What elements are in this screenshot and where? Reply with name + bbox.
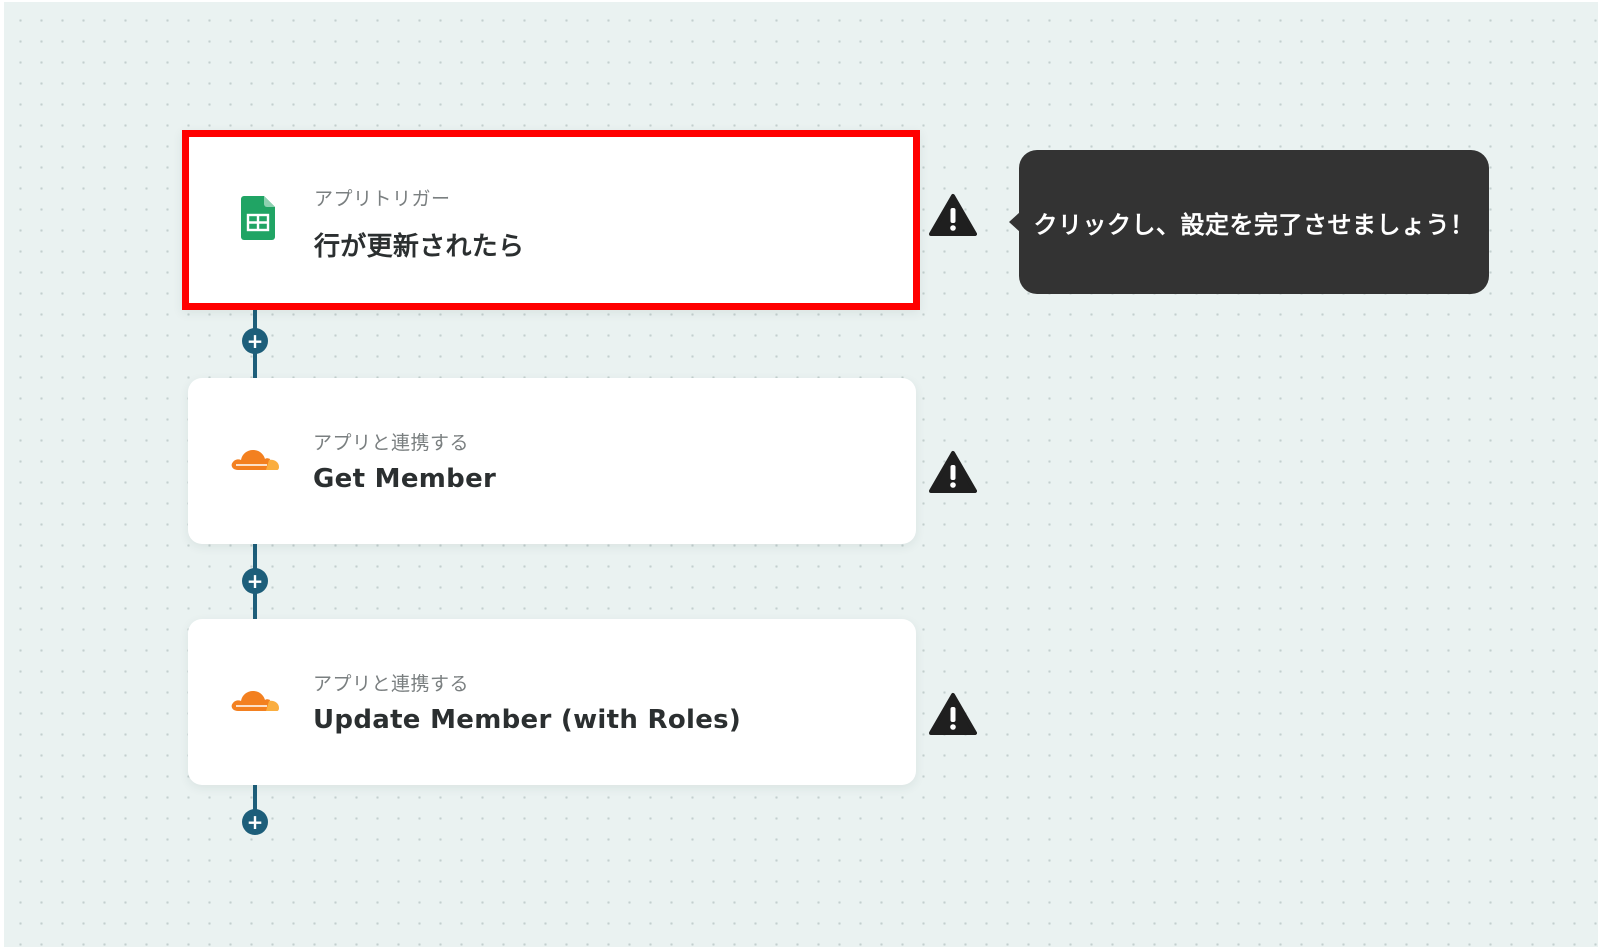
google-sheets-icon xyxy=(241,196,275,244)
step-card-trigger[interactable]: アプリトリガー 行が更新されたら xyxy=(182,130,920,310)
warning-icon[interactable] xyxy=(929,193,977,237)
plus-icon: + xyxy=(246,329,264,353)
warning-icon[interactable] xyxy=(929,692,977,736)
warning-icon[interactable] xyxy=(929,450,977,494)
step-title: Get Member xyxy=(313,464,497,494)
tooltip-text: クリックし、設定を完了させましょう！ xyxy=(1033,210,1475,239)
plus-icon: + xyxy=(246,810,264,834)
setup-hint-tooltip: クリックし、設定を完了させましょう！ xyxy=(1009,150,1489,294)
add-step-button[interactable]: + xyxy=(242,568,268,594)
add-step-button[interactable]: + xyxy=(242,809,268,835)
plus-icon: + xyxy=(246,569,264,593)
cloudflare-icon xyxy=(230,446,280,476)
step-subtitle: アプリと連携する xyxy=(313,432,470,454)
step-title: 行が更新されたら xyxy=(314,232,525,262)
step-subtitle: アプリと連携する xyxy=(313,673,470,695)
step-card-update-member[interactable]: アプリと連携する Update Member (with Roles) xyxy=(188,619,916,785)
step-subtitle: アプリトリガー xyxy=(314,188,451,210)
step-title: Update Member (with Roles) xyxy=(313,705,742,735)
cloudflare-icon xyxy=(230,687,280,717)
add-step-button[interactable]: + xyxy=(242,328,268,354)
step-card-get-member[interactable]: アプリと連携する Get Member xyxy=(188,378,916,544)
workflow-canvas: アプリトリガー 行が更新されたら + アプリと連携する Get Member + xyxy=(4,2,1598,947)
